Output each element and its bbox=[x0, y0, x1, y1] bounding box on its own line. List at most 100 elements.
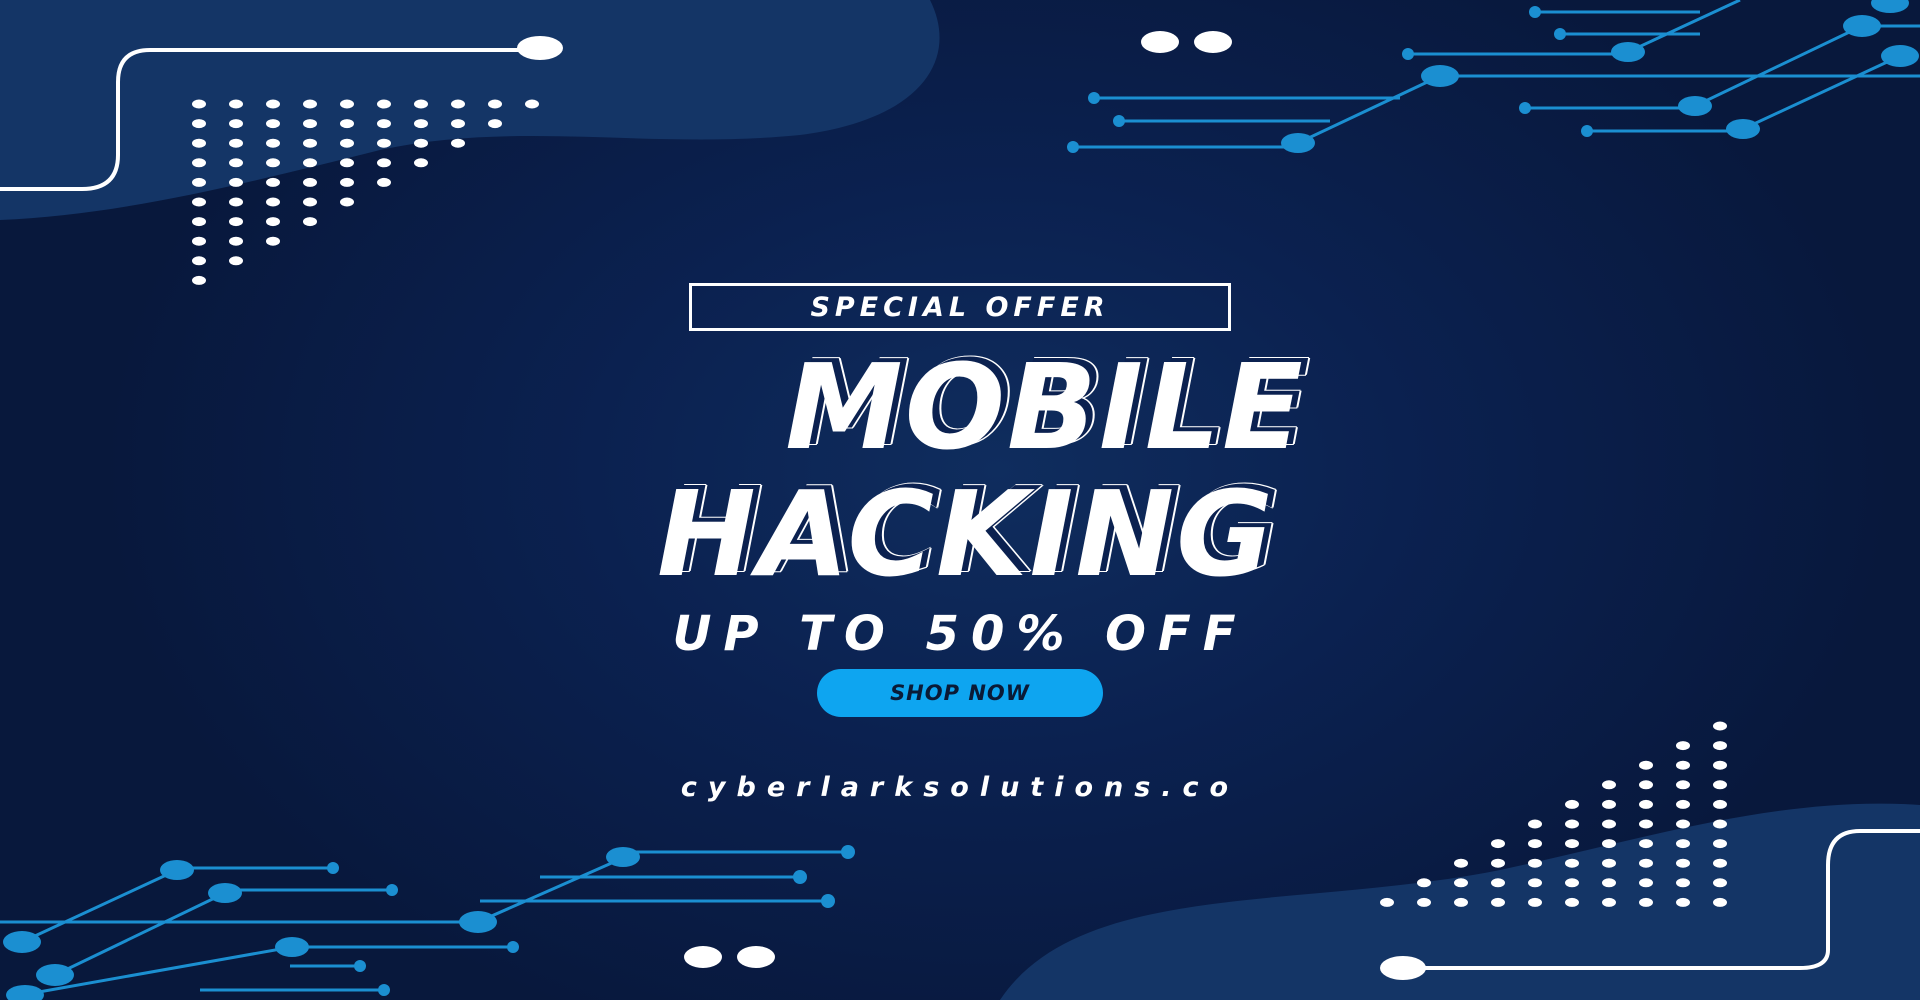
top-dot-pair-left bbox=[1141, 31, 1179, 53]
decor-dot bbox=[192, 138, 206, 148]
decor-dot bbox=[1528, 839, 1542, 849]
decor-dot bbox=[1528, 878, 1542, 888]
decor-dot bbox=[1639, 878, 1653, 888]
decor-dot bbox=[340, 158, 354, 168]
decor-dot bbox=[1454, 858, 1468, 868]
decor-dot bbox=[1602, 897, 1616, 907]
headline-line-2: HACKING bbox=[656, 465, 1275, 603]
decor-dot bbox=[1713, 897, 1727, 907]
decor-dot bbox=[340, 99, 354, 109]
decor-dot bbox=[414, 119, 428, 129]
decor-dot bbox=[192, 177, 206, 187]
decor-dot bbox=[1565, 878, 1579, 888]
decor-dot bbox=[1491, 897, 1505, 907]
decor-dot bbox=[340, 197, 354, 207]
decor-dot bbox=[488, 99, 502, 109]
shop-now-button[interactable]: SHOP NOW bbox=[817, 669, 1103, 717]
special-offer-label: SPECIAL OFFER bbox=[810, 291, 1110, 323]
decor-dot bbox=[303, 177, 317, 187]
decor-dot bbox=[377, 138, 391, 148]
decor-dot bbox=[1602, 819, 1616, 829]
top-left-wire-end bbox=[517, 36, 563, 60]
decor-dot bbox=[1639, 897, 1653, 907]
decor-dot bbox=[303, 217, 317, 227]
decor-dot bbox=[1528, 858, 1542, 868]
decor-dot bbox=[229, 217, 243, 227]
decor-dot bbox=[303, 197, 317, 207]
decor-dot bbox=[229, 99, 243, 109]
decor-dot bbox=[1676, 878, 1690, 888]
decor-dot bbox=[1713, 760, 1727, 770]
decor-dot bbox=[266, 236, 280, 246]
decor-dot bbox=[1639, 839, 1653, 849]
decor-dot bbox=[1602, 878, 1616, 888]
decor-dot bbox=[340, 177, 354, 187]
decor-dot bbox=[451, 119, 465, 129]
decor-dot bbox=[266, 158, 280, 168]
decor-dot bbox=[488, 119, 502, 129]
promo-poster: SPECIAL OFFER MOBILE HACKING UP TO 50% O… bbox=[0, 0, 1920, 1000]
decor-dot bbox=[1565, 839, 1579, 849]
bottom-left-circuit bbox=[0, 845, 855, 1000]
decor-dot bbox=[266, 197, 280, 207]
decor-dot bbox=[1491, 858, 1505, 868]
discount-text: UP TO 50% OFF bbox=[672, 606, 1248, 662]
bottom-dot-pair-right bbox=[737, 946, 775, 968]
decor-dot bbox=[451, 138, 465, 148]
decor-dot bbox=[266, 119, 280, 129]
decor-dot bbox=[1602, 858, 1616, 868]
decor-dot bbox=[1454, 897, 1468, 907]
decor-dot bbox=[1676, 839, 1690, 849]
decor-dot bbox=[1713, 819, 1727, 829]
decor-dot bbox=[1639, 819, 1653, 829]
decor-dot bbox=[414, 158, 428, 168]
decor-dot bbox=[377, 177, 391, 187]
decor-dot bbox=[266, 217, 280, 227]
decor-dot bbox=[1676, 897, 1690, 907]
decor-dot bbox=[1565, 858, 1579, 868]
decor-dot bbox=[377, 99, 391, 109]
decor-dot bbox=[377, 158, 391, 168]
decor-dot bbox=[340, 138, 354, 148]
decor-dot bbox=[192, 217, 206, 227]
top-dot-pair-right bbox=[1194, 31, 1232, 53]
decor-dot bbox=[192, 158, 206, 168]
decor-dot bbox=[340, 119, 354, 129]
decor-dot bbox=[266, 99, 280, 109]
decor-dot bbox=[1713, 741, 1727, 751]
decor-dot bbox=[377, 119, 391, 129]
decor-dot bbox=[1491, 878, 1505, 888]
bottom-right-wire-end bbox=[1380, 956, 1426, 980]
top-right-circuit bbox=[1067, 0, 1920, 153]
decor-dot bbox=[1602, 839, 1616, 849]
decor-dot bbox=[229, 256, 243, 266]
decor-dot bbox=[192, 197, 206, 207]
decor-dot bbox=[1713, 858, 1727, 868]
decor-dot bbox=[414, 99, 428, 109]
decor-dot bbox=[229, 119, 243, 129]
decor-dot bbox=[192, 275, 206, 285]
decor-dot bbox=[1639, 858, 1653, 868]
decor-dot bbox=[1528, 819, 1542, 829]
special-offer-banner: SPECIAL OFFER bbox=[689, 283, 1231, 331]
decor-dot bbox=[451, 99, 465, 109]
decor-dot bbox=[229, 158, 243, 168]
decor-dot bbox=[229, 236, 243, 246]
decor-dot bbox=[1676, 760, 1690, 770]
decor-dot bbox=[525, 99, 539, 109]
decor-dot bbox=[1417, 897, 1431, 907]
decor-dot bbox=[192, 256, 206, 266]
bottom-dot-pair-left bbox=[684, 946, 722, 968]
decor-dot bbox=[1676, 858, 1690, 868]
decor-dot bbox=[266, 138, 280, 148]
decor-dot bbox=[229, 197, 243, 207]
decor-dot bbox=[192, 236, 206, 246]
decor-dot bbox=[1676, 819, 1690, 829]
decor-dot bbox=[414, 138, 428, 148]
decor-dot bbox=[1528, 897, 1542, 907]
decor-dot bbox=[1380, 897, 1394, 907]
decor-dot bbox=[303, 119, 317, 129]
decor-dot bbox=[1713, 721, 1727, 731]
decor-dot bbox=[1417, 878, 1431, 888]
decor-dot bbox=[1565, 819, 1579, 829]
